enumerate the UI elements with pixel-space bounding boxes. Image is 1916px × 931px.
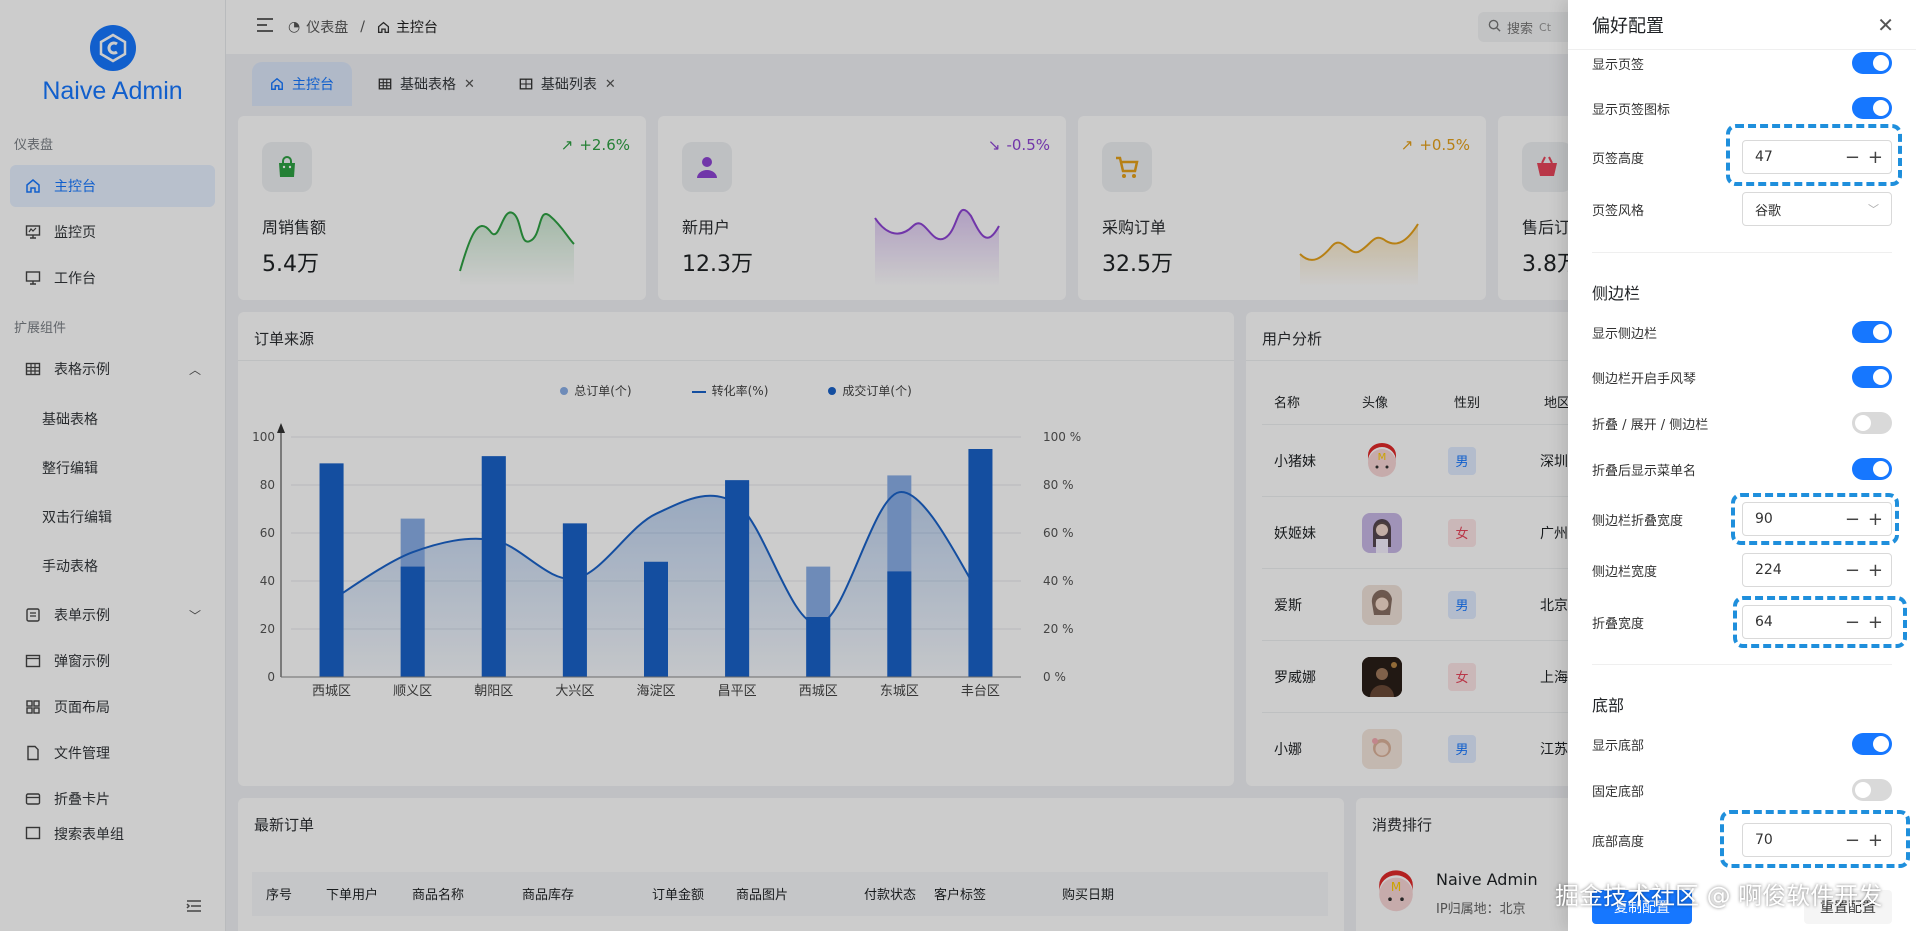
setting-label: 显示侧边栏	[1592, 326, 1658, 342]
tab-style-select[interactable]: 谷歌 ﹀	[1742, 192, 1892, 226]
setting-label: 侧边栏开启手风琴	[1592, 371, 1697, 387]
setting-tab-style: 页签风格 谷歌 ﹀	[1592, 192, 1892, 226]
minus-icon[interactable]: −	[1845, 560, 1860, 581]
setting-label: 侧边栏折叠宽度	[1592, 513, 1684, 529]
setting-sidebar-accordion: 侧边栏开启手风琴	[1592, 366, 1892, 388]
drawer-title: 偏好配置	[1592, 15, 1664, 37]
input-value: 224	[1755, 562, 1782, 578]
highlight-box	[1726, 124, 1902, 186]
setting-label: 页签高度	[1592, 151, 1645, 167]
setting-collapse-show-name: 折叠后显示菜单名	[1592, 458, 1892, 480]
setting-label: 页签风格	[1592, 203, 1645, 219]
show-tab-icon-switch[interactable]	[1852, 97, 1892, 119]
setting-label: 底部高度	[1592, 834, 1645, 850]
setting-label: 显示底部	[1592, 738, 1645, 754]
section-title-footer: 底部	[1592, 696, 1625, 715]
section-title-sidebar: 侧边栏	[1592, 284, 1641, 303]
setting-sidebar-collapse: 折叠 / 展开 / 侧边栏	[1592, 412, 1892, 434]
select-value: 谷歌	[1755, 203, 1782, 219]
highlight-box	[1731, 493, 1899, 545]
show-tabs-switch[interactable]	[1852, 52, 1892, 74]
drawer-header: 偏好配置 ✕	[1568, 0, 1916, 50]
setting-label: 折叠后显示菜单名	[1592, 463, 1697, 479]
sidebar-width-input[interactable]: 224 − +	[1742, 553, 1892, 587]
highlight-box	[1733, 596, 1907, 648]
sidebar-accordion-switch[interactable]	[1852, 366, 1892, 388]
fixed-footer-switch[interactable]	[1852, 779, 1892, 801]
close-icon[interactable]: ✕	[1877, 13, 1894, 37]
watermark: 掘金技术社区 @ 啊俊软件开发	[1555, 882, 1883, 910]
preferences-drawer: 偏好配置 ✕ 显示页签 显示页签图标 页签高度 47 − + 页签风格 谷歌 ﹀ …	[1568, 0, 1916, 931]
setting-label: 显示页签图标	[1592, 102, 1671, 118]
setting-show-footer: 显示底部	[1592, 733, 1892, 755]
setting-label: 显示页签	[1592, 57, 1645, 73]
setting-fixed-footer: 固定底部	[1592, 779, 1892, 801]
setting-label: 固定底部	[1592, 784, 1645, 800]
show-sidebar-switch[interactable]	[1852, 321, 1892, 343]
highlight-box	[1720, 810, 1910, 868]
setting-show-tab-icon: 显示页签图标	[1592, 97, 1892, 119]
drawer-mask[interactable]	[0, 0, 1568, 931]
setting-label: 折叠 / 展开 / 侧边栏	[1592, 417, 1709, 433]
chevron-down-icon: ﹀	[1868, 203, 1879, 216]
setting-show-tabs: 显示页签	[1592, 52, 1892, 74]
setting-show-sidebar: 显示侧边栏	[1592, 321, 1892, 343]
plus-icon[interactable]: +	[1868, 560, 1883, 581]
setting-label: 折叠宽度	[1592, 616, 1645, 632]
show-footer-switch[interactable]	[1852, 733, 1892, 755]
setting-label: 侧边栏宽度	[1592, 564, 1658, 580]
sidebar-collapse-switch[interactable]	[1852, 412, 1892, 434]
section-divider	[1592, 664, 1892, 665]
section-divider	[1592, 252, 1892, 253]
setting-sidebar-width: 侧边栏宽度 224 − +	[1592, 553, 1892, 587]
collapse-show-name-switch[interactable]	[1852, 458, 1892, 480]
